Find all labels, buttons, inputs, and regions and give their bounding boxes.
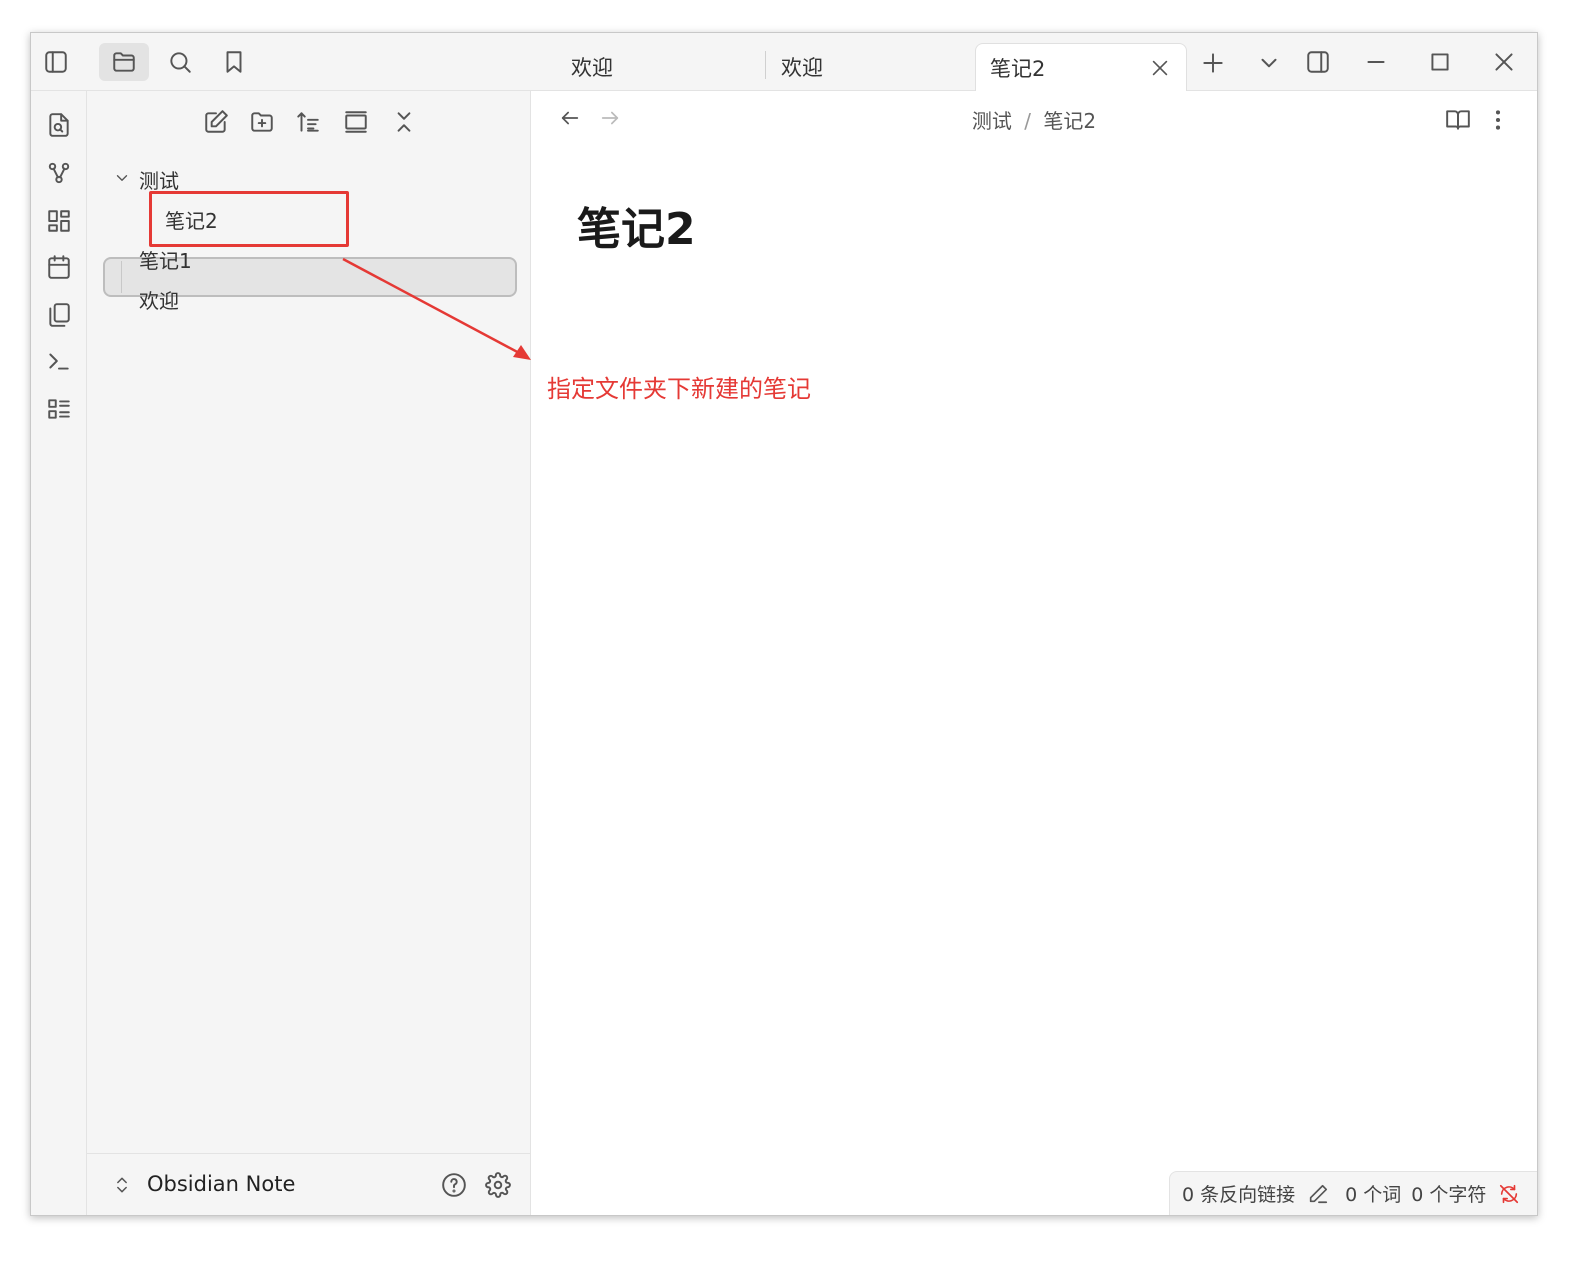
indent-guide [121,261,122,293]
sidebar-header [31,33,531,91]
new-tab-icon[interactable] [1197,47,1229,79]
maximize-icon[interactable] [1423,45,1457,79]
file-explorer: 测试 笔记2 笔记1 欢迎 Obsidian Note [87,91,531,1215]
minimize-icon[interactable] [1359,45,1393,79]
help-icon[interactable] [437,1168,471,1202]
copy-icon[interactable] [43,299,75,331]
file-item-welcome[interactable]: 欢迎 [139,285,179,314]
tab-welcome-2[interactable]: 欢迎 [767,43,967,91]
terminal-icon[interactable] [43,345,75,377]
tab-separator [765,51,766,79]
highlight-box [149,191,349,247]
vault-bar: Obsidian Note [87,1153,531,1215]
search-icon[interactable] [163,45,197,79]
folder-label[interactable]: 测试 [139,165,179,194]
tab-bar: 欢迎 欢迎 笔记2 [531,33,1537,91]
app-window: 测试 笔记2 笔记1 欢迎 Obsidian Note 欢迎 欢迎 笔记2 测试… [30,32,1538,1216]
new-folder-icon[interactable] [245,105,279,139]
tab-label: 笔记2 [990,56,1046,81]
breadcrumb: 测试 / 笔记2 [531,105,1537,134]
tab-label: 欢迎 [781,56,823,80]
breadcrumb-separator: / [1024,109,1031,133]
char-count: 0 个字符 [1411,1184,1487,1206]
file-search-icon[interactable] [43,109,75,141]
graph-icon[interactable] [43,157,75,189]
new-note-icon[interactable] [199,105,233,139]
grid-icon[interactable] [43,205,75,237]
word-count: 0 个词 [1345,1184,1402,1206]
list-icon[interactable] [43,393,75,425]
tab-note2[interactable]: 笔记2 [975,43,1187,91]
sync-off-icon[interactable] [1496,1181,1522,1207]
settings-icon[interactable] [481,1168,515,1202]
collapse-view-icon[interactable] [339,105,373,139]
breadcrumb-note[interactable]: 笔记2 [1043,109,1096,133]
chevron-down-icon[interactable] [111,167,133,189]
more-options-icon[interactable] [1483,103,1513,137]
status-bar: 0 条反向链接 0 个词 0 个字符 [1169,1171,1537,1215]
sort-icon[interactable] [291,105,325,139]
window-close-icon[interactable] [1487,45,1521,79]
view-header: 测试 / 笔记2 [531,91,1537,147]
note-title[interactable]: 笔记2 [577,193,696,257]
reading-view-icon[interactable] [1441,103,1475,137]
bookmark-icon[interactable] [217,45,251,79]
breadcrumb-folder[interactable]: 测试 [972,109,1012,133]
main-pane: 欢迎 欢迎 笔记2 测试 / 笔记2 笔记2 0 条反向链接 0 个词 0 个字… [531,33,1537,1215]
calendar-icon[interactable] [43,251,75,283]
tab-label: 欢迎 [571,56,613,80]
vault-switch-icon[interactable] [109,1172,135,1198]
backlinks-count[interactable]: 0 条反向链接 [1182,1180,1295,1207]
tab-welcome-1[interactable]: 欢迎 [557,43,757,91]
ribbon [31,33,87,1215]
edit-mode-icon[interactable] [1305,1181,1331,1207]
right-sidebar-toggle-icon[interactable] [1301,45,1335,79]
collapse-all-icon[interactable] [387,105,421,139]
folder-icon[interactable] [99,43,149,81]
close-icon[interactable] [1146,54,1174,82]
tab-list-chevron-icon[interactable] [1253,47,1285,79]
file-item-note1[interactable]: 笔记1 [139,245,192,274]
vault-name[interactable]: Obsidian Note [147,1172,295,1196]
sidebar-toggle-icon[interactable] [39,45,73,79]
annotation-text: 指定文件夹下新建的笔记 [547,375,811,403]
